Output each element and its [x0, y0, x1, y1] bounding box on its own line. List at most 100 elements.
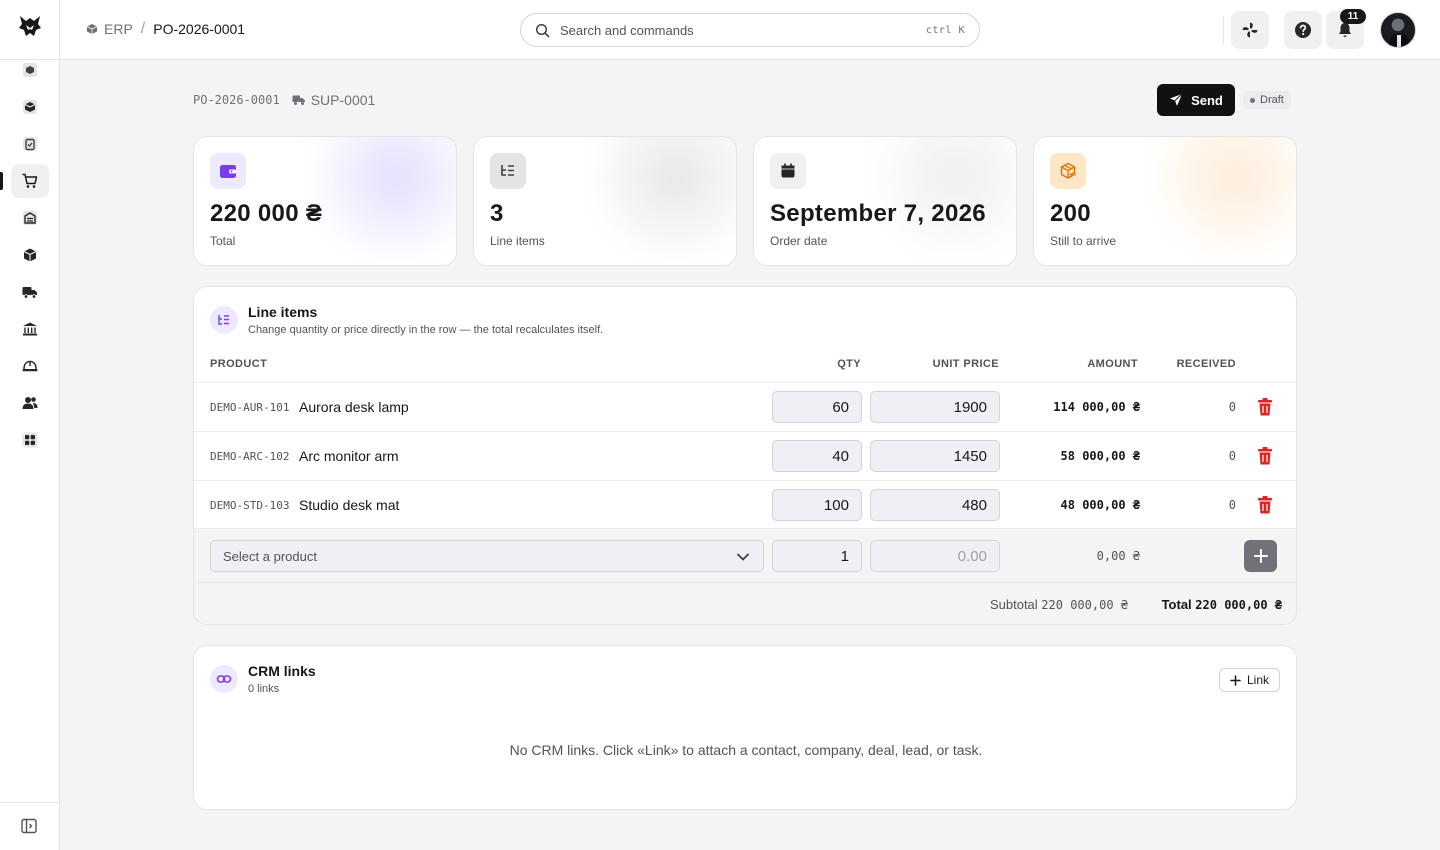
row-amount: 114 000,00 ₴ — [1053, 400, 1140, 414]
panel-title: CRM links — [248, 663, 316, 679]
column-header-received: RECEIVED — [1176, 358, 1236, 370]
line-items-panel: Line items Change quantity or price dire… — [193, 286, 1297, 625]
app-logo[interactable] — [16, 12, 44, 40]
stat-value: 3 — [490, 200, 504, 227]
truck-icon — [292, 95, 305, 105]
package-icon — [1050, 153, 1086, 189]
pinwheel-icon — [1242, 22, 1258, 38]
sidebar-item-users[interactable] — [11, 386, 49, 420]
table-row: DEMO-AUR-101 Aurora desk lamp 60 1900 11… — [194, 382, 1296, 431]
delete-row-icon[interactable] — [1256, 397, 1274, 417]
stat-value: 200 — [1050, 200, 1091, 227]
grid-icon — [22, 432, 38, 448]
logo-icon — [19, 16, 41, 36]
breadcrumb-root[interactable]: ERP — [86, 21, 133, 37]
sidebar-item-production[interactable] — [11, 349, 49, 383]
sidebar-item-inventory[interactable] — [11, 238, 49, 272]
breadcrumb-current: PO-2026-0001 — [153, 21, 246, 37]
sidebar-item-apps[interactable] — [11, 423, 49, 457]
product-sku: DEMO-STD-103 — [210, 499, 290, 512]
row-amount: 48 000,00 ₴ — [1060, 498, 1140, 512]
qty-input[interactable]: 100 — [772, 489, 862, 521]
product-name: Aurora desk lamp — [299, 399, 409, 415]
warehouse-icon — [23, 211, 37, 225]
subtotal-value: 220 000,00 ₴ — [1041, 598, 1128, 612]
sidebar-item-purchasing[interactable] — [11, 164, 49, 198]
product-name: Arc monitor arm — [299, 448, 399, 464]
stat-card-order-date: September 7, 2026 Order date — [753, 136, 1017, 266]
ai-assistant-button[interactable] — [1231, 11, 1269, 49]
row-received: 0 — [1228, 400, 1236, 414]
total-value: 220 000,00 ₴ — [1195, 598, 1282, 612]
panel-subtitle: Change quantity or price directly in the… — [248, 324, 604, 336]
add-link-button[interactable]: Link — [1218, 668, 1280, 692]
sidebar-item-warehouse[interactable] — [11, 201, 49, 235]
product-sku: DEMO-AUR-101 — [210, 401, 290, 414]
status-dot — [1250, 97, 1255, 103]
unit-price-input[interactable]: 1450 — [870, 440, 1000, 472]
chevron-down-icon — [737, 553, 749, 561]
table-row: DEMO-ARC-102 Arc monitor arm 40 1450 58 … — [194, 431, 1296, 480]
order-meta: PO-2026-0001 SUP-0001 — [193, 92, 375, 108]
unit-price-input[interactable]: 480 — [870, 489, 1000, 521]
stat-label: Line items — [490, 234, 545, 248]
expand-sidebar-button[interactable] — [20, 817, 38, 835]
send-button[interactable]: Send — [1157, 84, 1235, 116]
unit-price-input[interactable]: 1900 — [870, 391, 1000, 423]
link-icon — [210, 665, 238, 693]
total: Total 220 000,00 ₴ — [1162, 597, 1282, 612]
sidebar-item-suppliers[interactable] — [11, 275, 49, 309]
new-line-item-row: Select a product 1 0.00 0,00 ₴ — [194, 528, 1296, 582]
row-received: 0 — [1228, 498, 1236, 512]
status-badge: Draft — [1243, 91, 1291, 109]
row-amount: 58 000,00 ₴ — [1060, 449, 1140, 463]
supplier-link[interactable]: SUP-0001 — [292, 92, 375, 108]
sidebar-item-orders[interactable] — [11, 127, 49, 161]
stat-label: Total — [210, 234, 236, 248]
calendar-icon — [770, 153, 806, 189]
row-received: 0 — [1228, 449, 1236, 463]
add-link-label: Link — [1246, 673, 1269, 687]
stat-card-still-to-arrive: 200 Still to arrive — [1033, 136, 1297, 266]
cart-icon — [22, 173, 38, 188]
add-line-item-button[interactable] — [1244, 540, 1277, 572]
cube-small-icon — [23, 63, 37, 77]
send-label: Send — [1191, 92, 1223, 108]
send-icon — [1170, 93, 1183, 106]
help-button[interactable] — [1284, 11, 1322, 49]
sidebar-item-finance[interactable] — [11, 312, 49, 346]
new-unit-price-input[interactable]: 0.00 — [870, 540, 1000, 572]
order-number: PO-2026-0001 — [193, 93, 280, 107]
bank-icon — [23, 322, 37, 336]
product-select[interactable]: Select a product — [210, 540, 764, 572]
qty-input[interactable]: 40 — [772, 440, 862, 472]
delete-row-icon[interactable] — [1256, 495, 1274, 515]
qty-input[interactable]: 60 — [772, 391, 862, 423]
notification-count-badge: 11 — [1340, 9, 1366, 24]
stat-value: 220 000 ₴ — [210, 200, 323, 227]
users-icon — [22, 397, 38, 409]
totals-row: Subtotal 220 000,00 ₴ Total 220 000,00 ₴ — [194, 582, 1296, 624]
breadcrumb-root-label: ERP — [104, 21, 133, 37]
box-icon — [23, 100, 37, 114]
column-header-product: PRODUCT — [210, 358, 268, 370]
sidebar-item-products[interactable] — [11, 90, 49, 124]
active-indicator — [0, 172, 3, 190]
crm-links-count: 0 links — [248, 683, 280, 695]
crm-links-panel: CRM links 0 links Link No CRM links. Cli… — [193, 645, 1297, 810]
product-sku: DEMO-ARC-102 — [210, 450, 290, 463]
search-shortcut: ctrl K — [925, 24, 965, 36]
new-qty-input[interactable]: 1 — [772, 540, 862, 572]
package-icon — [23, 248, 37, 262]
user-avatar[interactable] — [1380, 12, 1416, 48]
plus-icon — [1230, 674, 1241, 686]
column-header-amount: AMOUNT — [1087, 358, 1138, 370]
helmet-icon — [22, 360, 38, 372]
subtotal: Subtotal 220 000,00 ₴ — [990, 597, 1128, 612]
search-bar[interactable]: Search and commands ctrl K — [520, 13, 980, 47]
list-icon — [490, 153, 526, 189]
sidebar-item-erp[interactable] — [11, 53, 49, 87]
card-glow — [1136, 137, 1296, 257]
table-row: DEMO-STD-103 Studio desk mat 100 480 48 … — [194, 480, 1296, 529]
delete-row-icon[interactable] — [1256, 446, 1274, 466]
